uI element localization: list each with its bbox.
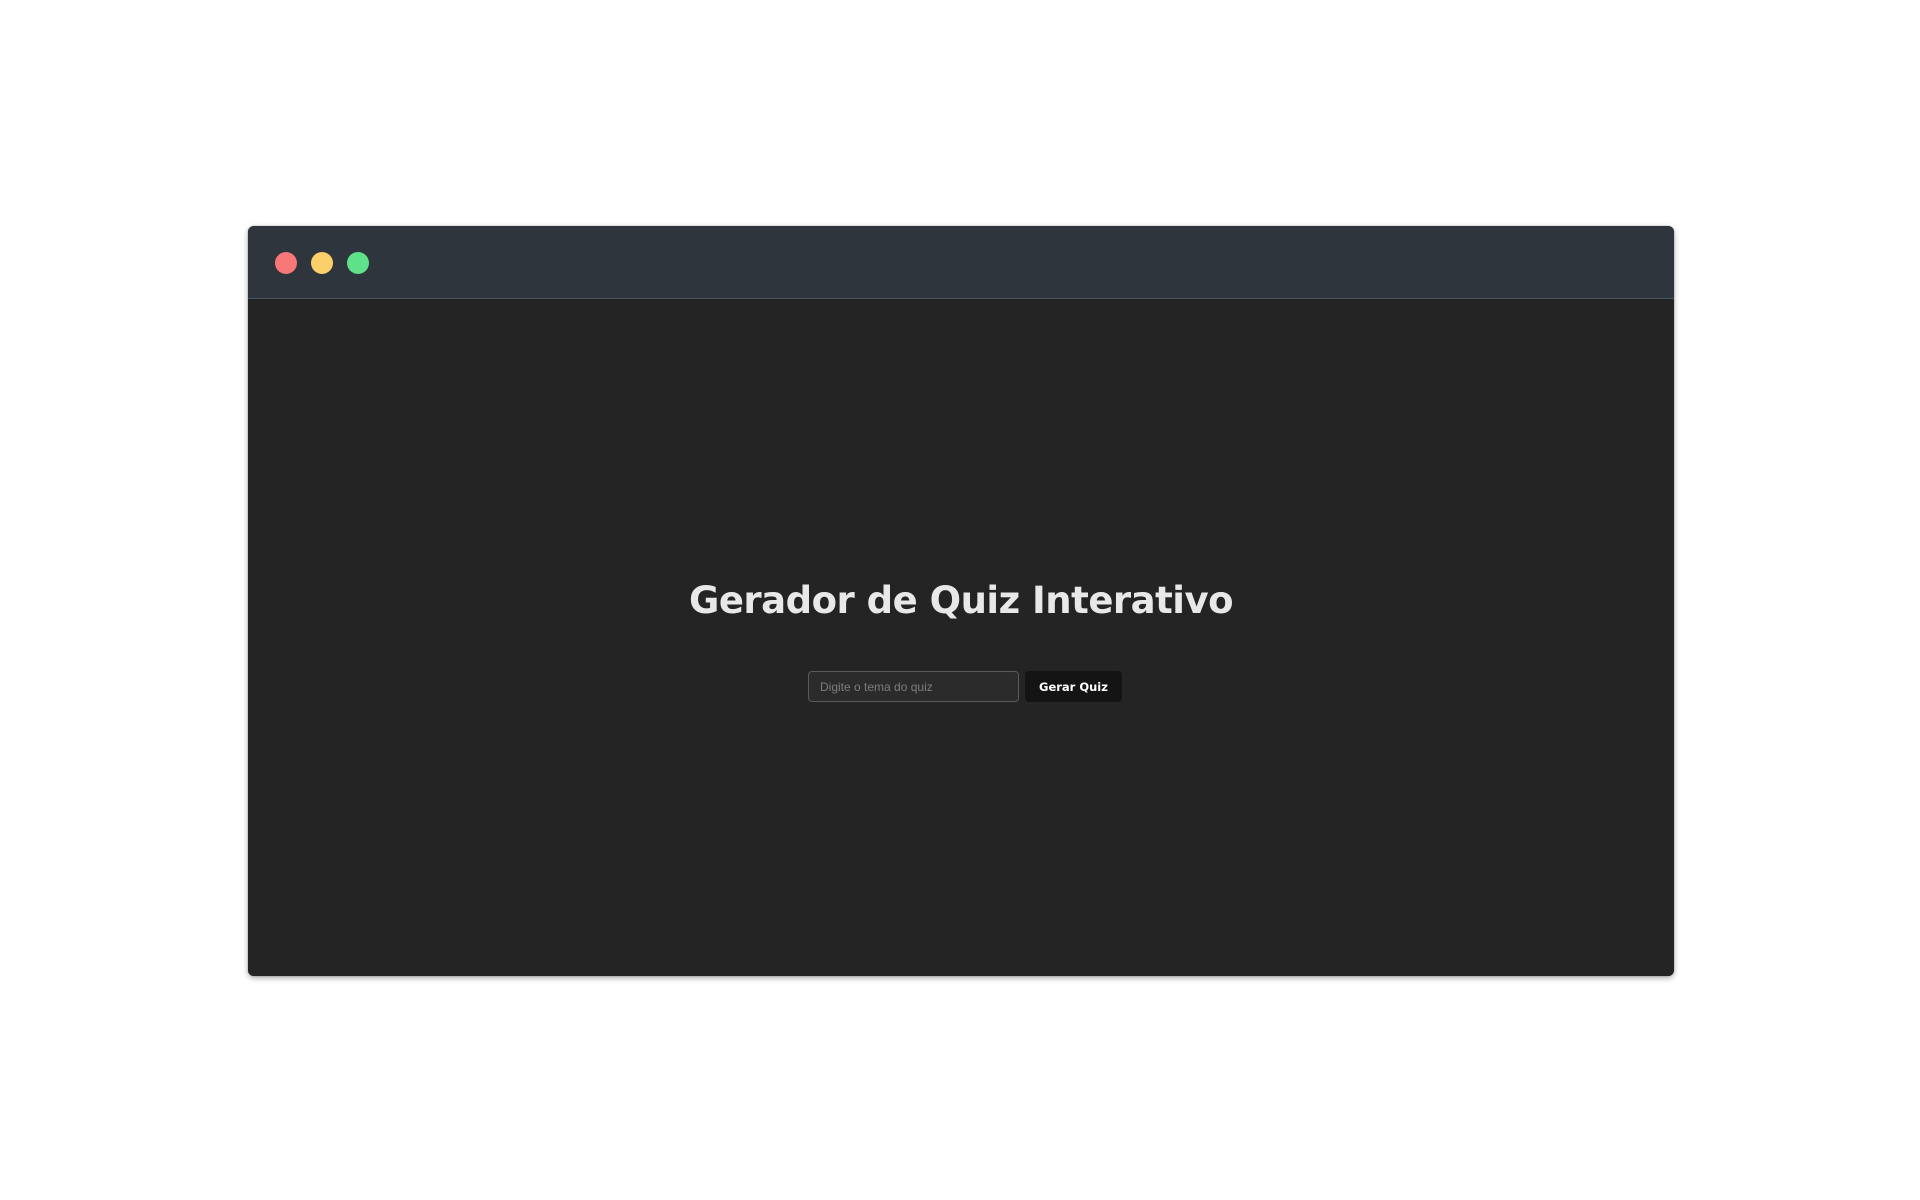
window-titlebar: [248, 226, 1674, 299]
close-window-button[interactable]: [275, 252, 297, 274]
app-window: Gerador de Quiz Interativo Gerar Quiz: [248, 226, 1674, 976]
page-title: Gerador de Quiz Interativo: [688, 579, 1234, 622]
quiz-form: Gerar Quiz: [808, 671, 1122, 702]
generate-quiz-button[interactable]: Gerar Quiz: [1025, 671, 1122, 702]
minimize-window-button[interactable]: [311, 252, 333, 274]
quiz-topic-input[interactable]: [808, 671, 1019, 702]
app-content: Gerador de Quiz Interativo Gerar Quiz: [248, 299, 1674, 976]
maximize-window-button[interactable]: [347, 252, 369, 274]
